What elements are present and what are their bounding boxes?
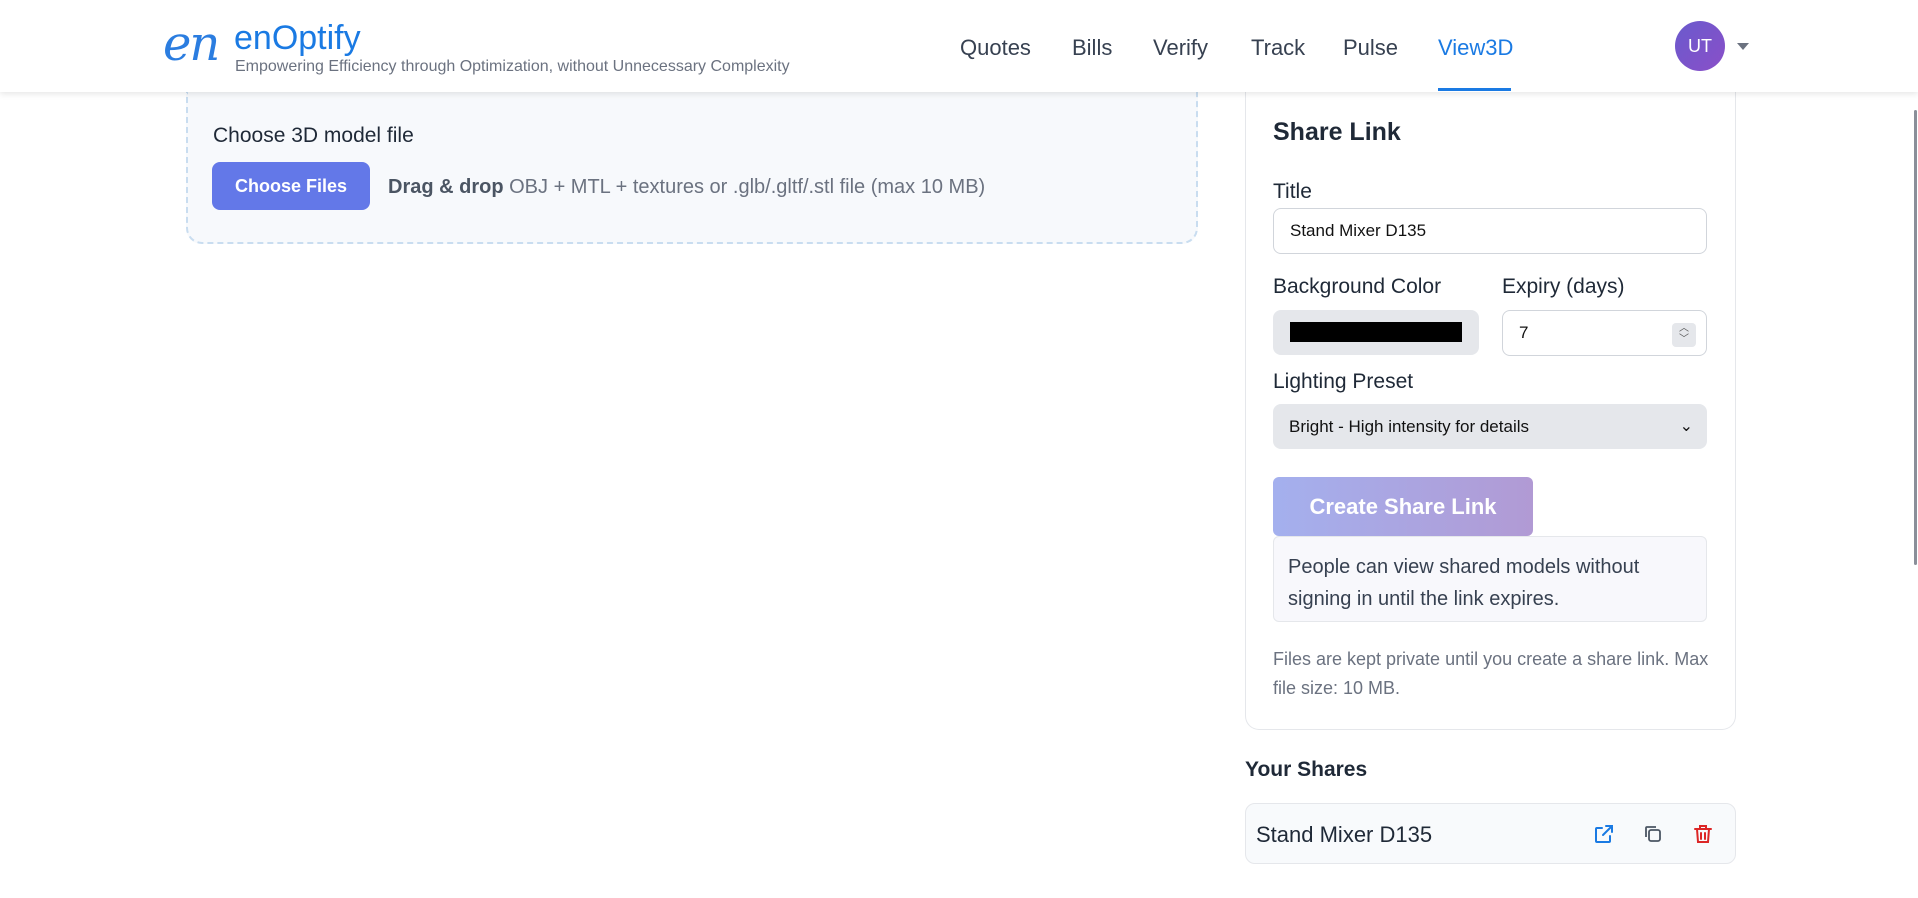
expiry-days-input[interactable]: 7 ︿ ﹀ — [1502, 310, 1707, 356]
upload-dropzone[interactable]: Choose 3D model file Choose Files Drag &… — [186, 92, 1198, 244]
share-item-title[interactable]: Stand Mixer D135 — [1256, 822, 1432, 848]
trash-icon[interactable] — [1691, 822, 1715, 846]
background-color-picker[interactable] — [1273, 310, 1479, 355]
nav-track[interactable]: Track — [1251, 34, 1305, 62]
user-menu-caret-icon[interactable] — [1737, 43, 1749, 50]
your-shares-heading: Your Shares — [1245, 758, 1368, 781]
nav-pulse[interactable]: Pulse — [1343, 34, 1398, 62]
nav-view3d[interactable]: View3D — [1438, 34, 1513, 62]
expiry-label: Expiry (days) — [1502, 275, 1625, 298]
drop-hint-text: OBJ + MTL + textures or .glb/.gltf/.stl … — [503, 176, 986, 198]
create-share-link-button[interactable]: Create Share Link — [1273, 477, 1533, 536]
open-external-icon[interactable] — [1592, 822, 1616, 846]
lighting-preset-select[interactable]: Bright - High intensity for details ⌄ — [1273, 404, 1707, 449]
upload-title: Choose 3D model file — [213, 124, 414, 147]
user-avatar[interactable]: UT — [1675, 21, 1725, 71]
drop-hint: Drag & drop OBJ + MTL + textures or .glb… — [388, 176, 985, 199]
brand-name[interactable]: enOptify — [234, 18, 361, 58]
share-link-panel: Share Link Title Stand Mixer D135 Backgr… — [1245, 92, 1736, 730]
color-swatch — [1290, 322, 1462, 342]
brand-tagline: Empowering Efficiency through Optimizati… — [235, 58, 790, 75]
expiry-value: 7 — [1519, 323, 1529, 342]
nav-verify[interactable]: Verify — [1153, 34, 1208, 62]
title-input[interactable]: Stand Mixer D135 — [1273, 208, 1707, 254]
choose-files-button[interactable]: Choose Files — [212, 162, 370, 210]
copy-icon[interactable] — [1641, 822, 1665, 846]
share-link-heading: Share Link — [1273, 118, 1401, 146]
privacy-note: Files are kept private until you create … — [1273, 649, 1709, 698]
lighting-preset-label: Lighting Preset — [1273, 370, 1414, 393]
active-tab-indicator — [1438, 88, 1511, 91]
top-navigation-bar: en enOptify Empowering Efficiency throug… — [0, 0, 1918, 92]
lighting-preset-value: Bright - High intensity for details — [1289, 417, 1529, 436]
page-scrollbar[interactable] — [1914, 110, 1917, 565]
share-list-item: Stand Mixer D135 — [1245, 803, 1736, 864]
nav-bills[interactable]: Bills — [1072, 34, 1112, 62]
brand-logo[interactable]: en — [163, 14, 220, 74]
background-color-label: Background Color — [1273, 275, 1442, 298]
number-spinner-icon[interactable]: ︿ ﹀ — [1672, 323, 1696, 347]
share-info-box: People can view shared models without si… — [1273, 536, 1707, 622]
nav-quotes[interactable]: Quotes — [960, 34, 1031, 62]
chevron-down-icon: ⌄ — [1679, 418, 1693, 435]
title-label: Title — [1273, 180, 1312, 203]
drop-hint-bold: Drag & drop — [388, 176, 504, 198]
